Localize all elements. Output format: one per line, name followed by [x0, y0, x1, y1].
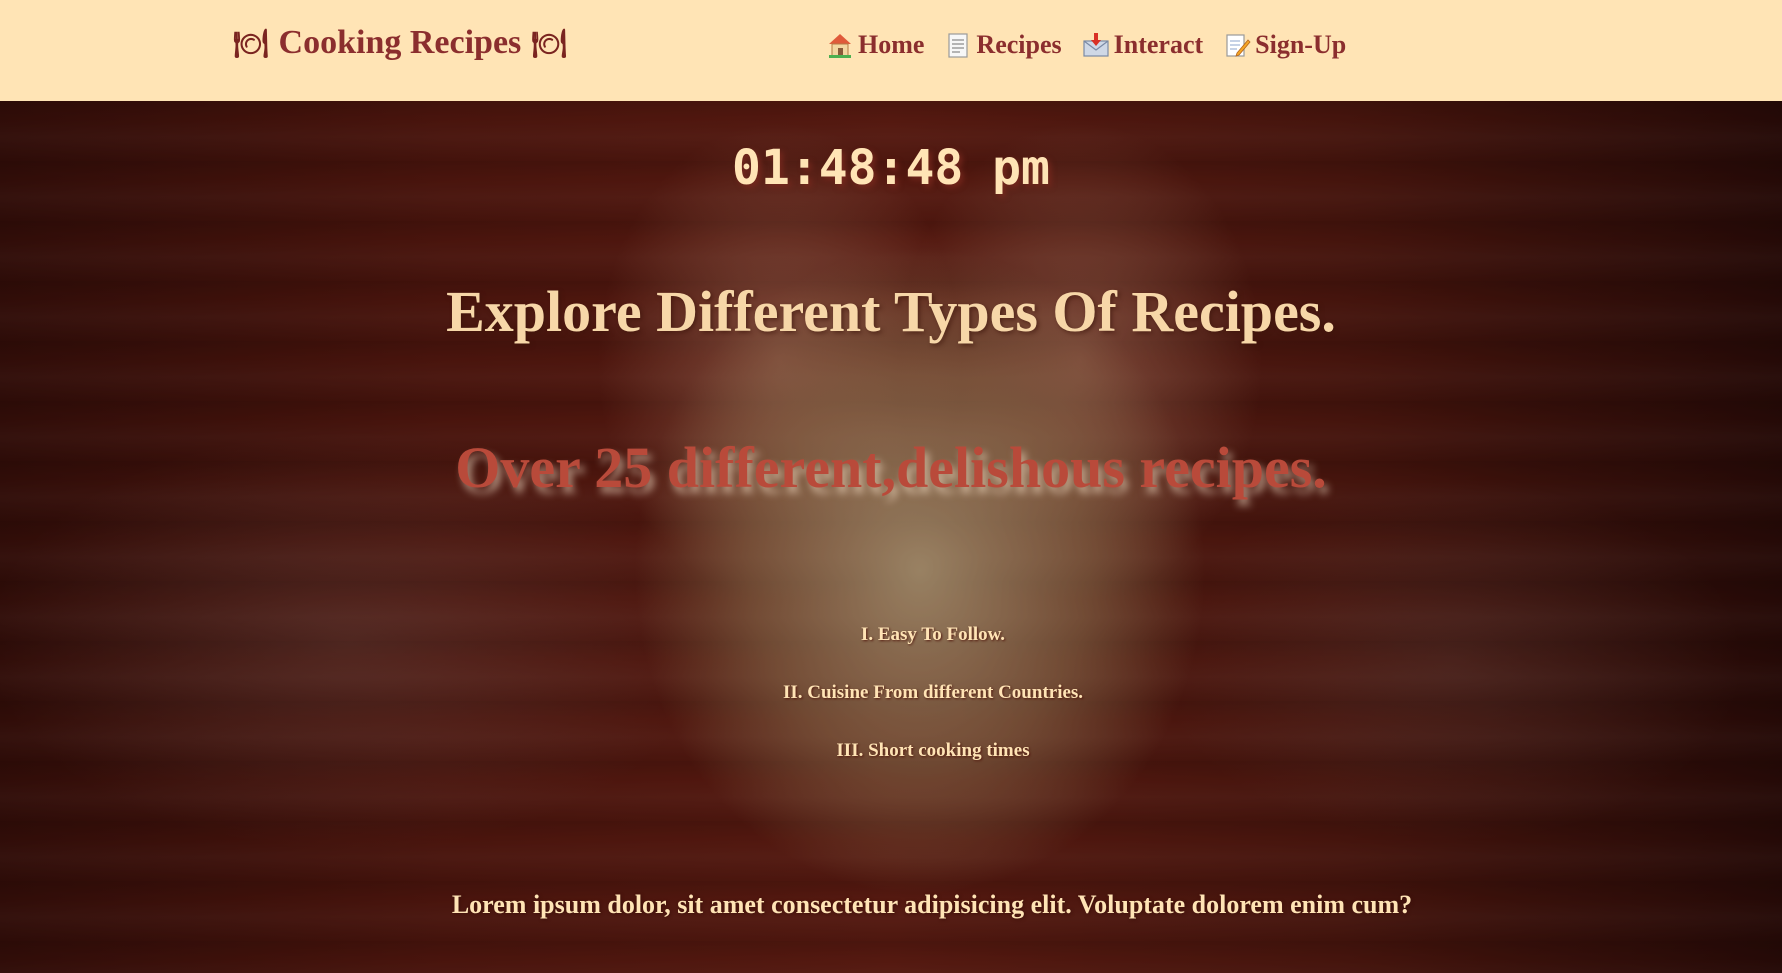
feature-list: I. Easy To Follow. II. Cuisine From diff… [0, 624, 1782, 798]
feature-item: I. Easy To Follow. [860, 624, 1006, 645]
clock: 01:48:48 pm [732, 140, 1050, 196]
footer-text: Lorem ipsum dolor, sit amet consectetur … [451, 890, 1413, 919]
subline: Over 25 different,delishous recipes. [455, 435, 1327, 500]
hero-content: 01:48:48 pm Explore Different Types Of R… [0, 0, 1782, 973]
headline: Explore Different Types Of Recipes. [446, 279, 1336, 344]
feature-item: III. Short cooking times [836, 740, 1030, 761]
feature-item: II. Cuisine From different Countries. [782, 682, 1084, 703]
